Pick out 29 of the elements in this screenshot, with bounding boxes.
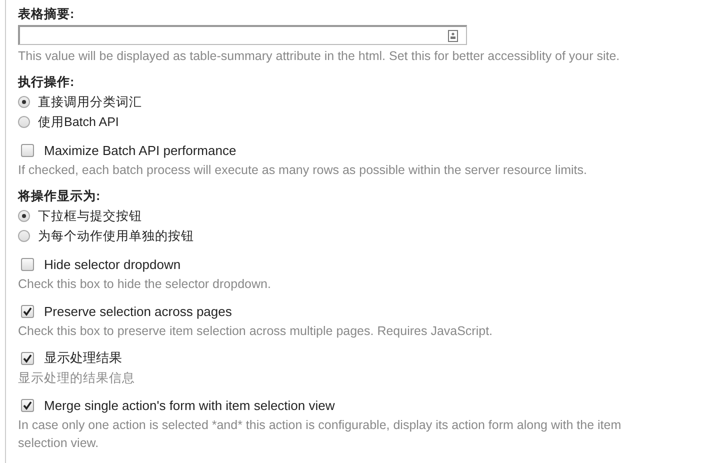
radio-button[interactable] <box>18 116 30 128</box>
radio-button[interactable] <box>18 210 30 222</box>
contact-card-icon[interactable] <box>448 30 458 42</box>
group-label: 将操作显示为: <box>18 188 102 205</box>
checkbox-description: If checked, each batch process will execute as many rows as possible within the server resource limits. <box>18 162 588 179</box>
radio-button[interactable] <box>18 96 30 108</box>
checkbox-label[interactable]: Preserve selection across pages <box>44 304 232 318</box>
checkbox[interactable] <box>21 304 34 318</box>
group-label: 执行操作: <box>18 74 76 91</box>
checkbox-label[interactable]: Maximize Batch API performance <box>44 142 236 158</box>
checkbox-description: Check this box to hide the selector dropdown. <box>18 276 272 293</box>
checkbox-description: Check this box to preserve item selection across multiple pages. Requires JavaScript. <box>18 323 494 340</box>
checkbox-label[interactable]: 显示处理结果 <box>44 349 122 367</box>
checkbox[interactable] <box>21 144 34 156</box>
checkbox-label[interactable]: Hide selector dropdown <box>44 256 181 272</box>
radio-label[interactable]: 直接调用分类词汇 <box>38 94 142 110</box>
radio-label[interactable]: 使用Batch API <box>38 114 119 130</box>
input-field[interactable] <box>18 25 467 45</box>
radio-label[interactable]: 为每个动作使用单独的按钮 <box>38 228 194 244</box>
checkbox[interactable] <box>21 352 34 364</box>
checkbox[interactable] <box>21 258 34 270</box>
radio-label[interactable]: 下拉框与提交按钮 <box>38 208 142 224</box>
field-description: This value will be displayed as table-summary attribute in the html. Set this for better accessiblity of your site. <box>18 48 621 65</box>
field-label: 表格摘要: <box>18 6 76 23</box>
checkbox-description: 显示处理的结果信息 <box>18 370 136 387</box>
checkbox-description: In case only one action is selected *and* this action is configurable, display its action form along with the item selection view. <box>18 417 622 452</box>
checkbox[interactable] <box>21 398 34 412</box>
radio-button[interactable] <box>18 230 30 242</box>
checkbox-label[interactable]: Merge single action's form with item selection view <box>44 398 335 412</box>
